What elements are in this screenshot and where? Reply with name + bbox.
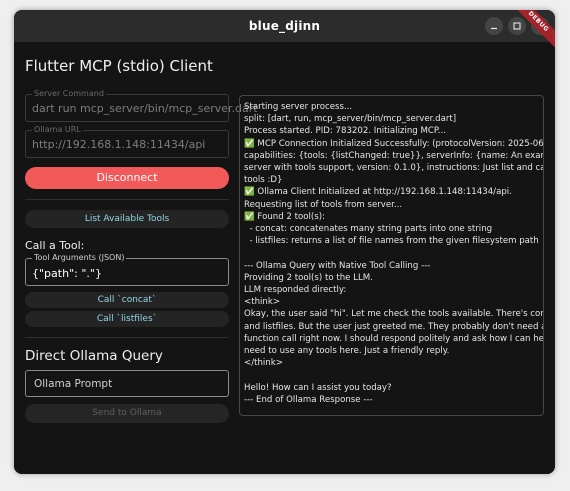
tool-arguments-label: Tool Arguments (JSON) xyxy=(32,252,127,264)
log-output-panel[interactable]: Starting server process... split: [dart, … xyxy=(239,95,544,416)
minimize-button[interactable] xyxy=(485,17,503,35)
log-line: LLM responded directly: xyxy=(244,285,347,296)
log-lines: Starting server process... split: [dart, … xyxy=(244,101,544,406)
log-line: - concat: concatenates many string parts… xyxy=(244,224,493,235)
log-line: and listfiles. But the user just greeted… xyxy=(244,321,544,332)
disconnect-button[interactable]: Disconnect xyxy=(25,167,229,189)
log-line: Requesting list of tools from server... xyxy=(244,199,403,210)
ollama-section-title: Direct Ollama Query xyxy=(25,348,163,364)
log-line: Providing 2 tool(s) to the LLM. xyxy=(244,272,373,283)
send-to-ollama-button[interactable]: Send to Ollama xyxy=(25,404,229,423)
log-line: tools :D} xyxy=(244,175,283,186)
tool-arguments-value: {"path": "."} xyxy=(32,267,102,280)
log-line: ✅ MCP Connection Initialized Successfull… xyxy=(244,138,544,149)
app-window: blue_djinn Flutter MCP (stdio) Client Se… xyxy=(14,10,555,474)
log-line: - listfiles: returns a list of file name… xyxy=(244,236,539,247)
log-line: <think> xyxy=(244,297,281,308)
title-bar[interactable]: blue_djinn xyxy=(14,10,555,42)
log-line: need to use any tools here. Just a frien… xyxy=(244,346,450,357)
log-line: Hello! How can I assist you today? xyxy=(244,382,392,393)
log-line: ✅ Found 2 tool(s): xyxy=(244,211,325,222)
list-tools-button[interactable]: List Available Tools xyxy=(25,210,229,228)
log-line: Starting server process... xyxy=(244,102,353,112)
server-command-value: dart run mcp_server/bin/mcp_server.dart xyxy=(32,102,258,115)
ollama-url-value: http://192.168.1.148:11434/api xyxy=(32,138,206,151)
server-command-label: Server Command xyxy=(32,88,106,100)
call-listfiles-button[interactable]: Call `listfiles` xyxy=(25,311,229,327)
log-line: function call right now. I should respon… xyxy=(244,333,544,344)
call-tool-label: Call a Tool: xyxy=(25,239,85,252)
minimize-icon xyxy=(491,27,497,30)
log-line: server with tools support, version: 0.1.… xyxy=(244,163,544,174)
call-concat-button[interactable]: Call `concat` xyxy=(25,292,229,308)
log-line: Process started. PID: 783202. Initializi… xyxy=(244,126,446,137)
log-line: --- Ollama Query with Native Tool Callin… xyxy=(244,260,431,271)
ollama-url-label: Ollama URL xyxy=(32,124,83,136)
log-line: </think> xyxy=(244,358,283,369)
log-line: split: [dart, run, mcp_server/bin/mcp_se… xyxy=(244,114,457,125)
log-line: Okay, the user said "hi". Let me check t… xyxy=(244,309,544,320)
log-line: ✅ Ollama Client Initialized at http://19… xyxy=(244,187,512,198)
maximize-button[interactable] xyxy=(508,17,526,35)
log-line: --- End of Ollama Response --- xyxy=(244,394,373,405)
ollama-url-field[interactable]: Ollama URL http://192.168.1.148:11434/ap… xyxy=(25,124,229,158)
ollama-prompt-input[interactable]: Ollama Prompt xyxy=(25,370,229,397)
divider xyxy=(25,337,229,338)
maximize-icon xyxy=(513,22,521,30)
log-line: capabilities: {tools: {listChanged: true… xyxy=(244,150,543,161)
app-title: Flutter MCP (stdio) Client xyxy=(25,57,213,75)
app-content: Flutter MCP (stdio) Client Server Comman… xyxy=(14,42,555,474)
tool-arguments-field[interactable]: Tool Arguments (JSON) {"path": "."} xyxy=(25,252,229,286)
server-command-field[interactable]: Server Command dart run mcp_server/bin/m… xyxy=(25,88,258,122)
window-title: blue_djinn xyxy=(248,19,321,33)
divider xyxy=(25,199,229,200)
